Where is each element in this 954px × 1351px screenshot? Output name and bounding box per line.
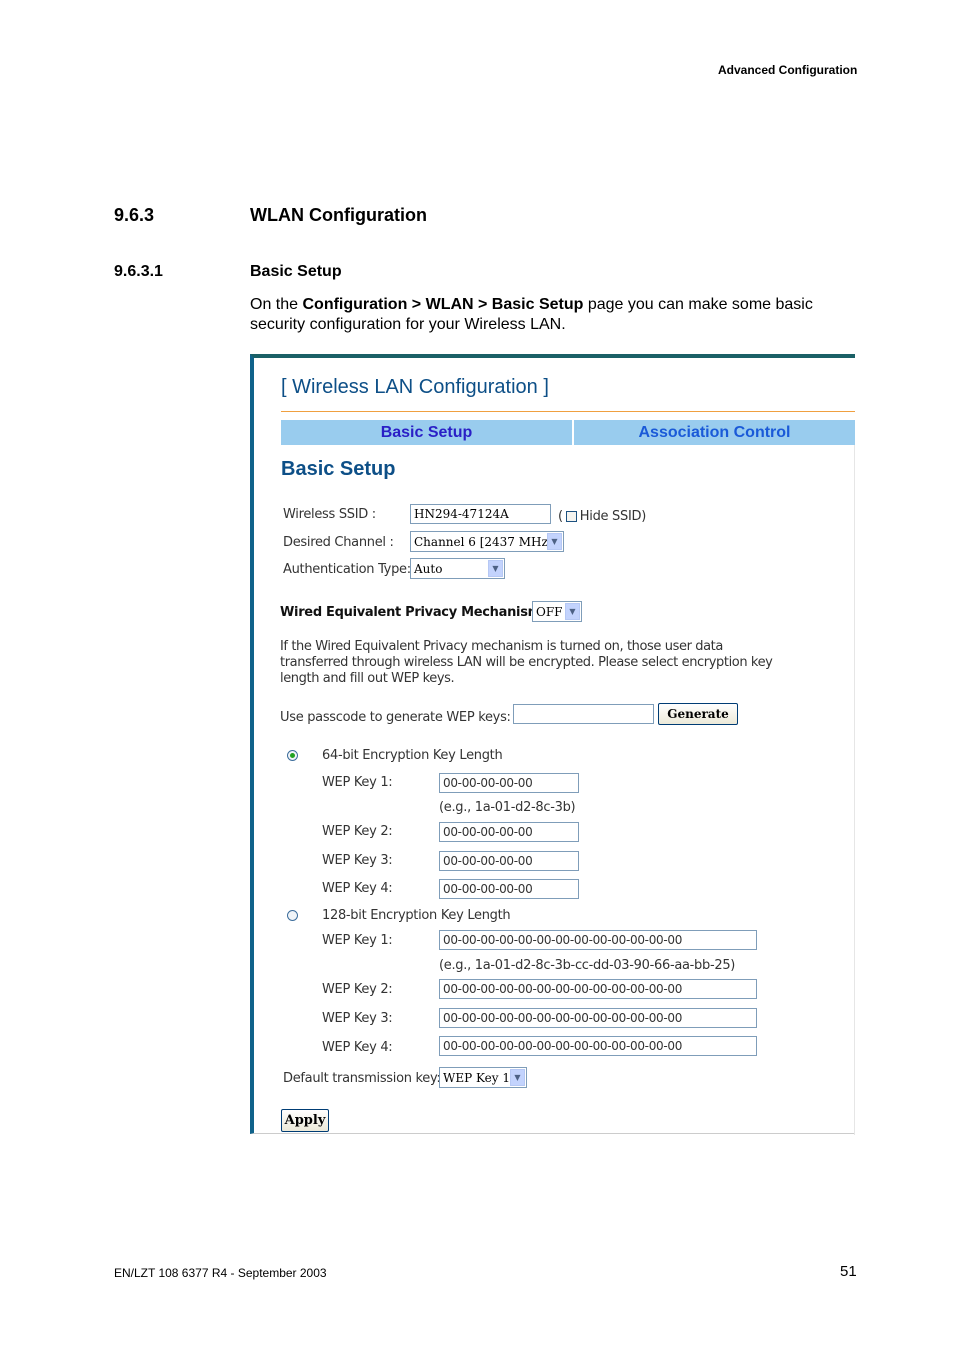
- key64-2-label: WEP Key 2:: [322, 824, 393, 839]
- key128-2-label: WEP Key 2:: [322, 982, 393, 997]
- auth-type-value: Auto: [414, 561, 443, 576]
- key128-label: 128-bit Encryption Key Length: [322, 908, 511, 923]
- ssid-label: Wireless SSID :: [283, 507, 376, 522]
- section-title: WLAN Configuration: [250, 205, 427, 225]
- basic-setup-heading: Basic Setup: [281, 458, 396, 480]
- tab-basic-setup[interactable]: Basic Setup: [281, 420, 572, 445]
- key128-2-input[interactable]: 00-00-00-00-00-00-00-00-00-00-00-00-00: [439, 979, 757, 999]
- intro-prefix: On the: [250, 296, 303, 313]
- key64-3-input[interactable]: 00-00-00-00-00: [439, 851, 579, 871]
- ssid-input[interactable]: HN294-47124A: [410, 504, 551, 524]
- key64-4-input[interactable]: 00-00-00-00-00: [439, 879, 579, 899]
- default-key-value: WEP Key 1: [443, 1070, 510, 1085]
- wep-description: If the Wired Equivalent Privacy mechanis…: [280, 639, 773, 686]
- key64-label: 64-bit Encryption Key Length: [322, 748, 503, 763]
- intro-menu-path: Configuration > WLAN > Basic Setup: [302, 296, 584, 313]
- running-head: Advanced Configuration: [718, 63, 858, 77]
- key128-example: (e.g., 1a-01-d2-8c-3b-cc-dd-03-90-66-aa-…: [439, 958, 736, 973]
- channel-select[interactable]: Channel 6 [2437 MHz] ▼: [410, 531, 564, 552]
- intro-paragraph: On the Configuration > WLAN > Basic Setu…: [250, 295, 850, 335]
- auth-type-label: Authentication Type:: [283, 562, 411, 577]
- page-number: 51: [840, 1263, 857, 1280]
- key128-1-input[interactable]: 00-00-00-00-00-00-00-00-00-00-00-00-00: [439, 930, 757, 950]
- frame-right-edge: [854, 445, 855, 1135]
- chevron-down-icon[interactable]: ▼: [510, 1069, 525, 1086]
- chevron-down-icon[interactable]: ▼: [547, 533, 562, 550]
- wep-mechanism-label: Wired Equivalent Privacy Mechanism:: [280, 605, 545, 620]
- chevron-down-icon[interactable]: ▼: [488, 560, 503, 577]
- key64-3-label: WEP Key 3:: [322, 853, 393, 868]
- footer-doc-id: EN/LZT 108 6377 R4 - September 2003: [114, 1266, 327, 1280]
- chevron-down-icon[interactable]: ▼: [565, 603, 580, 620]
- radio-selected-dot: [290, 753, 295, 758]
- tab-association-control[interactable]: Association Control: [574, 420, 855, 445]
- hide-ssid-checkbox[interactable]: [565, 511, 577, 522]
- wep-mechanism-text: Wired Equivalent Privacy Mechanism: [280, 605, 541, 620]
- key64-4-label: WEP Key 4:: [322, 881, 393, 896]
- key128-3-label: WEP Key 3:: [322, 1011, 393, 1026]
- key128-4-input[interactable]: 00-00-00-00-00-00-00-00-00-00-00-00-00: [439, 1036, 757, 1056]
- subsection-number: 9.6.3.1: [114, 263, 163, 280]
- key64-2-input[interactable]: 00-00-00-00-00: [439, 822, 579, 842]
- key64-1-input[interactable]: 00-00-00-00-00: [439, 773, 579, 793]
- channel-label: Desired Channel :: [283, 535, 394, 550]
- radio-128bit[interactable]: [287, 910, 298, 921]
- generate-button[interactable]: Generate: [658, 703, 738, 725]
- key64-1-label: WEP Key 1:: [322, 775, 393, 790]
- key128-3-input[interactable]: 00-00-00-00-00-00-00-00-00-00-00-00-00: [439, 1008, 757, 1028]
- hide-ssid-label: Hide SSID): [579, 509, 647, 524]
- window-title: [ Wireless LAN Configuration ]: [281, 376, 549, 398]
- title-divider: [281, 411, 855, 412]
- hide-ssid-group: ( Hide SSID): [558, 509, 646, 524]
- wep-mechanism-select[interactable]: OFF ▼: [532, 601, 582, 622]
- key128-4-label: WEP Key 4:: [322, 1040, 393, 1055]
- default-key-label: Default transmission key:: [283, 1071, 441, 1086]
- auth-type-select[interactable]: Auto ▼: [410, 558, 505, 579]
- key128-1-label: WEP Key 1:: [322, 933, 393, 948]
- passcode-label: Use passcode to generate WEP keys:: [280, 710, 511, 725]
- apply-button[interactable]: Apply: [281, 1109, 329, 1132]
- radio-64bit[interactable]: [287, 750, 298, 761]
- default-key-select[interactable]: WEP Key 1 ▼: [439, 1067, 527, 1088]
- subsection-title: Basic Setup: [250, 263, 342, 280]
- passcode-input[interactable]: [513, 704, 654, 724]
- hide-ssid-paren: (: [558, 509, 563, 524]
- section-number: 9.6.3: [114, 205, 155, 225]
- key64-example: (e.g., 1a-01-d2-8c-3b): [439, 800, 576, 815]
- wep-mechanism-value: OFF: [536, 604, 563, 619]
- channel-value: Channel 6 [2437 MHz]: [414, 534, 547, 549]
